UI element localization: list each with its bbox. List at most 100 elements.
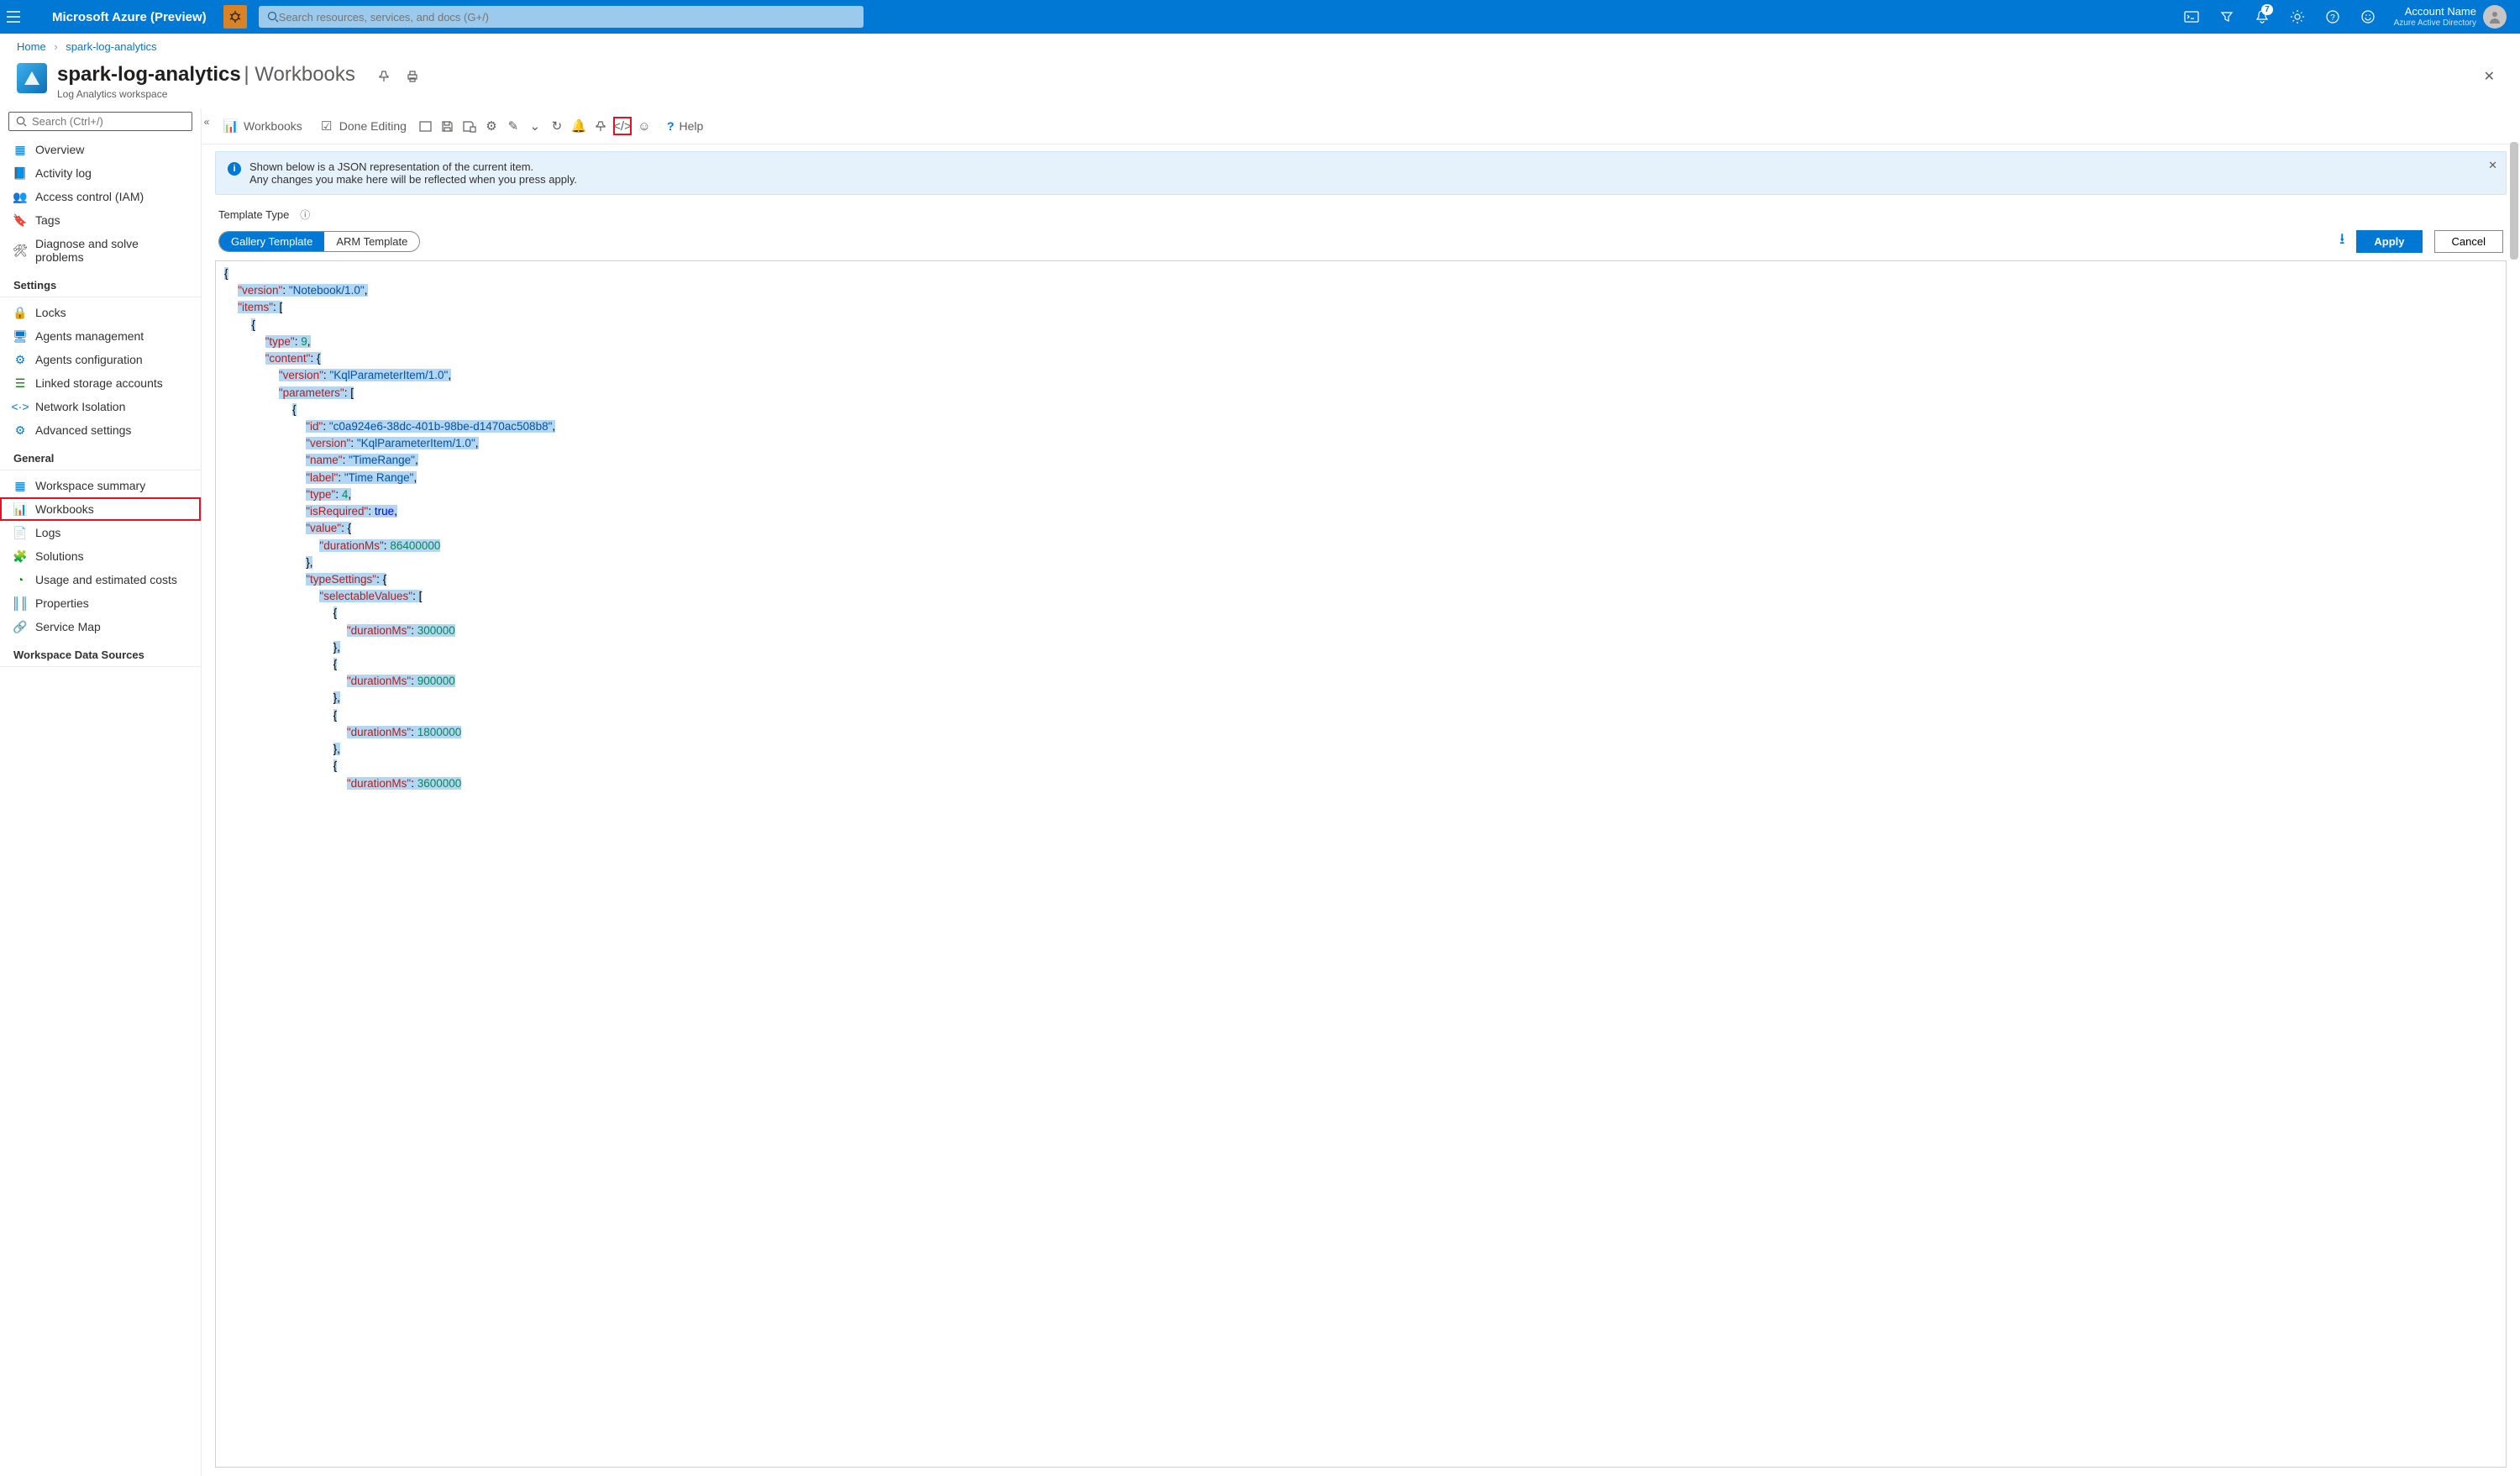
done-icon: ☑ [319,118,334,134]
sidebar-item-service-map[interactable]: 🔗Service Map [0,615,201,638]
sidebar-item-properties[interactable]: ║║Properties [0,591,201,615]
sidebar-item-network[interactable]: <·> Network Isolation [0,395,201,418]
brand-label[interactable]: Microsoft Azure (Preview) [40,10,218,24]
breadcrumb-home[interactable]: Home [17,40,46,53]
bug-icon[interactable] [223,5,247,29]
sidebar-item-label: Properties [35,596,89,610]
account-name: Account Name [2394,6,2476,18]
sidebar-item-workbooks[interactable]: 📊 Workbooks [0,497,201,521]
refresh-icon[interactable]: ↻ [549,118,564,134]
directory-filter-icon[interactable] [2211,0,2243,34]
sidebar-item-label: Overview [35,143,84,156]
sidebar-item-label: Locks [35,306,66,319]
page-subtitle: | Workbooks [244,63,355,86]
pin-icon[interactable] [593,118,608,134]
save-icon[interactable] [440,118,455,134]
gallery-template-option[interactable]: Gallery Template [219,232,324,251]
sidebar-search[interactable] [8,112,192,131]
gear-icon: ⚙ [13,423,27,437]
help-button[interactable]: ? Help [659,116,708,136]
sidebar-item-locks[interactable]: 🔒 Locks [0,301,201,324]
pin-icon[interactable] [377,70,391,83]
open-icon[interactable] [418,118,433,134]
chart-icon: 📊 [223,118,239,134]
help-q-icon: ? [667,119,675,133]
workbook-icon: 📊 [13,502,27,516]
sidebar-item-solutions[interactable]: 🧩Solutions [0,544,201,568]
breadcrumb-resource[interactable]: spark-log-analytics [66,40,156,53]
svg-text:?: ? [2330,13,2335,23]
sidebar-item-label: Workbooks [35,502,94,516]
apply-button[interactable]: Apply [2356,230,2422,253]
global-search-input[interactable] [279,11,855,24]
json-editor[interactable]: { "version": "Notebook/1.0", "items": [ … [215,260,2507,1468]
sidebar-item-label: Activity log [35,166,92,180]
notifications-icon[interactable]: 7 [2246,0,2278,34]
sidebar-item-tags[interactable]: 🔖Tags [0,208,201,232]
sidebar-item-advanced[interactable]: ⚙ Advanced settings [0,418,201,442]
alert-icon[interactable]: 🔔 [571,118,586,134]
done-editing-button[interactable]: ☑Done Editing [314,115,412,137]
global-search[interactable] [259,6,864,28]
feedback-icon[interactable] [2352,0,2384,34]
sidebar-item-overview[interactable]: ▦ Overview [0,138,201,161]
page-header: spark-log-analytics | Workbooks Log Anal… [0,60,2520,108]
logs-icon: 📄 [13,526,27,539]
arm-template-option[interactable]: ARM Template [324,232,419,251]
save-as-icon[interactable] [462,118,477,134]
sidebar-item-workspace-summary[interactable]: ▦ Workspace summary [0,474,201,497]
sidebar-item-label: Tags [35,213,60,227]
cancel-button[interactable]: Cancel [2434,230,2503,253]
scrollbar-thumb[interactable] [2510,142,2518,260]
sidebar-item-label: Network Isolation [35,400,125,413]
breadcrumb-sep: › [54,40,57,53]
network-icon: <·> [13,400,27,413]
lock-icon: 🔒 [13,306,27,319]
notification-badge: 7 [2261,4,2273,15]
sidebar-item-access-control[interactable]: 👥Access control (IAM) [0,185,201,208]
template-type-toggle: Gallery Template ARM Template [218,231,420,252]
advanced-editor-icon[interactable]: </> [615,118,630,134]
sidebar-item-agents-mgmt[interactable]: 🖥Agents management [0,324,201,348]
close-blade-icon[interactable]: ✕ [2484,68,2495,85]
download-icon[interactable]: ⭳ [2339,228,2344,254]
breadcrumb: Home › spark-log-analytics [0,34,2520,60]
sidebar-search-input[interactable] [32,115,185,128]
workbook-toolbar: 📊Workbooks ☑Done Editing ⚙ ✎ ⌄ ↻ 🔔 </> ☺… [202,108,2520,144]
search-icon [16,116,27,127]
hamburger-icon[interactable] [7,11,40,23]
settings-gear-icon[interactable] [2281,0,2313,34]
sidebar-item-label: Advanced settings [35,423,131,437]
chevron-down-icon[interactable]: ⌄ [528,118,543,134]
banner-line1: Shown below is a JSON representation of … [249,160,577,173]
sidebar-item-activity-log[interactable]: 📘 Activity log [0,161,201,185]
dismiss-banner-icon[interactable]: ✕ [2488,159,2497,172]
agents-cfg-icon: ⚙ [13,353,27,366]
sidebar-item-storage[interactable]: ☰Linked storage accounts [0,371,201,395]
sidebar-item-diagnose[interactable]: 🛠Diagnose and solve problems [0,232,201,269]
account-menu[interactable]: Account Name Azure Active Directory [2387,5,2513,29]
cloud-shell-icon[interactable] [2176,0,2208,34]
info-small-icon[interactable]: ⓘ [297,207,312,222]
sidebar-item-usage[interactable]: ◔Usage and estimated costs [0,568,201,591]
overview-icon: ▦ [13,143,27,156]
sidebar-item-logs[interactable]: 📄 Logs [0,521,201,544]
resource-kind: Log Analytics workspace [57,88,355,100]
emoji-icon[interactable]: ☺ [637,118,652,134]
summary-icon: ▦ [13,479,27,492]
sidebar-item-agents-cfg[interactable]: ⚙ Agents configuration [0,348,201,371]
workbooks-gallery-button[interactable]: 📊Workbooks [218,115,307,137]
storage-icon: ☰ [13,376,27,390]
solutions-icon: 🧩 [13,549,27,563]
sidebar-item-label: Service Map [35,620,101,633]
settings-icon[interactable]: ⚙ [484,118,499,134]
toolbar-label: Help [680,119,704,133]
sidebar-item-label: Agents configuration [35,353,143,366]
activity-icon: 📘 [13,166,27,180]
info-banner: i Shown below is a JSON representation o… [215,151,2507,195]
sidebar-item-label: Workspace summary [35,479,145,492]
edit-icon[interactable]: ✎ [506,118,521,134]
print-icon[interactable] [406,70,419,83]
help-icon[interactable]: ? [2317,0,2349,34]
sidebar-item-label: Logs [35,526,60,539]
